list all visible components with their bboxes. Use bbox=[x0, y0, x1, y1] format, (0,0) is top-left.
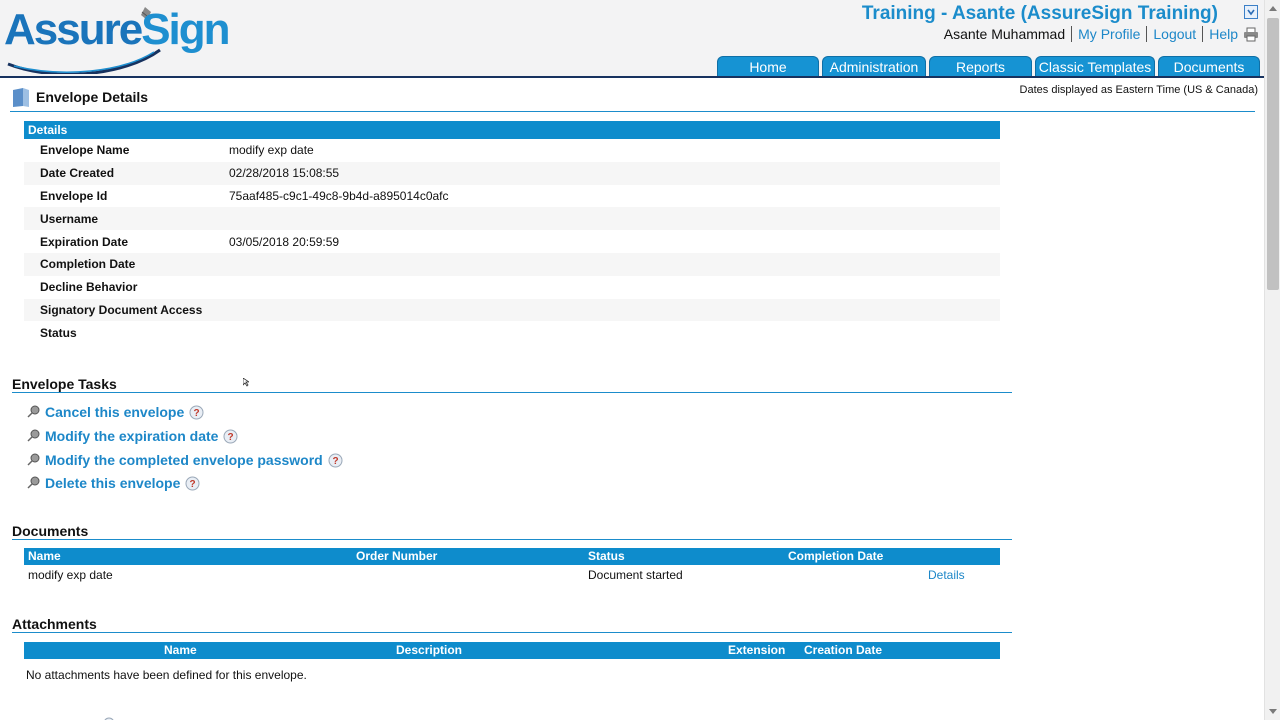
envelope-tasks-title: Envelope Tasks bbox=[12, 376, 117, 392]
timezone-note: Dates displayed as Eastern Time (US & Ca… bbox=[1019, 84, 1258, 96]
column-header[interactable]: Status bbox=[588, 549, 625, 563]
svg-text:?: ? bbox=[332, 456, 338, 467]
attachments-title: Attachments bbox=[12, 616, 97, 632]
cancel-envelope-link[interactable]: Cancel this envelope bbox=[45, 404, 184, 420]
section-rule bbox=[12, 632, 1012, 633]
tab-administration[interactable]: Administration bbox=[822, 56, 926, 77]
details-table: Details Envelope Name modify exp date Da… bbox=[24, 121, 1000, 344]
user-name: Asante Muhammad bbox=[943, 26, 1066, 42]
account-dropdown-icon[interactable] bbox=[1244, 5, 1258, 19]
svg-text:?: ? bbox=[228, 432, 234, 443]
detail-row: Completion Date bbox=[24, 252, 1000, 276]
documents-table: Name Order Number Status Completion Date… bbox=[24, 548, 1000, 585]
pin-icon bbox=[27, 429, 40, 442]
scroll-thumb[interactable] bbox=[1267, 18, 1279, 290]
detail-label: Date Created bbox=[40, 166, 115, 181]
tab-documents[interactable]: Documents bbox=[1158, 56, 1260, 77]
detail-label: Expiration Date bbox=[40, 234, 129, 249]
column-header[interactable]: Completion Date bbox=[788, 549, 883, 563]
modify-expiration-link[interactable]: Modify the expiration date bbox=[45, 428, 218, 444]
help-icon[interactable]: ? bbox=[328, 453, 343, 468]
detail-row: Envelope Id 75aaf485-c9c1-49c8-9b4d-a895… bbox=[24, 185, 1000, 208]
empty-attachments-message: No attachments have been defined for thi… bbox=[26, 668, 307, 682]
help-icon[interactable]: ? bbox=[223, 429, 238, 444]
table-header: Name Description Extension Creation Date bbox=[24, 642, 1000, 659]
table-header: Name Order Number Status Completion Date bbox=[24, 548, 1000, 565]
column-header[interactable]: Creation Date bbox=[804, 643, 882, 657]
attachments-table: Name Description Extension Creation Date bbox=[24, 642, 1000, 659]
task-delete-envelope: Delete this envelope ? bbox=[26, 475, 200, 491]
help-icon[interactable]: ? bbox=[185, 476, 200, 491]
divider bbox=[1202, 26, 1204, 42]
column-header[interactable]: Extension bbox=[728, 643, 785, 657]
document-details-link[interactable]: Details bbox=[928, 568, 965, 582]
divider bbox=[1146, 26, 1148, 42]
detail-row: Expiration Date 03/05/2018 20:59:59 bbox=[24, 230, 1000, 253]
detail-row: Status bbox=[24, 321, 1000, 344]
detail-label: Completion Date bbox=[40, 257, 136, 272]
detail-label: Signatory Document Access bbox=[40, 302, 203, 317]
app-header: AssureSign Training - Asante (AssureSign… bbox=[0, 0, 1264, 78]
column-header[interactable]: Name bbox=[28, 549, 61, 563]
table-row: modify exp date Document started Details bbox=[24, 565, 1000, 585]
svg-text:?: ? bbox=[194, 408, 200, 419]
document-name: modify exp date bbox=[28, 568, 113, 582]
detail-label: Envelope Id bbox=[40, 188, 108, 203]
assuresign-logo[interactable]: AssureSign bbox=[4, 4, 231, 76]
detail-row: Date Created 02/28/2018 15:08:55 bbox=[24, 161, 1000, 185]
detail-value: 03/05/2018 20:59:59 bbox=[229, 234, 340, 249]
detail-value: modify exp date bbox=[229, 143, 314, 158]
task-modify-expiration: Modify the expiration date ? bbox=[26, 428, 238, 444]
delete-envelope-link[interactable]: Delete this envelope bbox=[45, 475, 180, 491]
tab-classic-templates[interactable]: Classic Templates bbox=[1035, 56, 1155, 77]
task-modify-password: Modify the completed envelope password ? bbox=[26, 452, 343, 468]
column-header[interactable]: Order Number bbox=[356, 549, 437, 563]
task-cancel-envelope: Cancel this envelope ? bbox=[26, 404, 204, 420]
help-icon[interactable]: ? bbox=[103, 714, 115, 720]
logout-link[interactable]: Logout bbox=[1153, 26, 1196, 42]
my-profile-link[interactable]: My Profile bbox=[1078, 26, 1140, 42]
envelope-folder-icon bbox=[11, 87, 31, 108]
scroll-down-arrow-icon[interactable] bbox=[1269, 709, 1277, 714]
scroll-up-arrow-icon[interactable] bbox=[1269, 6, 1277, 11]
help-icon[interactable]: ? bbox=[189, 405, 204, 420]
detail-label: Decline Behavior bbox=[40, 280, 138, 295]
print-icon[interactable] bbox=[1243, 27, 1259, 42]
main-nav-tabs: Home Administration Reports Classic Temp… bbox=[717, 56, 1263, 77]
title-rule bbox=[10, 111, 1255, 112]
detail-row: Envelope Name modify exp date bbox=[24, 139, 1000, 162]
pin-icon bbox=[27, 476, 40, 489]
svg-text:?: ? bbox=[190, 479, 196, 490]
column-header[interactable]: Name bbox=[164, 643, 197, 657]
detail-label: Status bbox=[40, 325, 77, 340]
page-title: Envelope Details bbox=[36, 89, 149, 105]
pin-icon bbox=[27, 405, 40, 418]
detail-row: Decline Behavior bbox=[24, 276, 1000, 299]
section-rule bbox=[12, 539, 1012, 540]
detail-value: 02/28/2018 15:08:55 bbox=[229, 166, 340, 181]
section-rule bbox=[12, 392, 1012, 393]
tab-home[interactable]: Home bbox=[717, 56, 819, 77]
documents-title: Documents bbox=[12, 523, 89, 539]
header-rule bbox=[0, 76, 1264, 78]
details-heading: Details bbox=[24, 121, 1000, 139]
modify-password-link[interactable]: Modify the completed envelope password bbox=[45, 452, 323, 468]
user-bar: Asante Muhammad My Profile Logout Help bbox=[944, 26, 1238, 42]
tab-reports[interactable]: Reports bbox=[929, 56, 1032, 77]
detail-label: Envelope Name bbox=[40, 143, 130, 158]
logo-text: AssureSign bbox=[4, 5, 231, 54]
mouse-cursor-icon bbox=[242, 376, 251, 387]
help-link[interactable]: Help bbox=[1209, 26, 1238, 42]
account-title: Training - Asante (AssureSign Training) bbox=[861, 3, 1218, 24]
detail-row: Username bbox=[24, 207, 1000, 231]
pin-icon bbox=[27, 453, 40, 466]
detail-label: Username bbox=[40, 211, 99, 226]
page-scrollbar[interactable] bbox=[1264, 0, 1280, 720]
detail-row: Signatory Document Access bbox=[24, 298, 1000, 322]
detail-value: 75aaf485-c9c1-49c8-9b4d-a895014c0afc bbox=[229, 188, 449, 203]
column-header[interactable]: Description bbox=[396, 643, 462, 657]
divider bbox=[1071, 26, 1073, 42]
document-status: Document started bbox=[588, 568, 683, 582]
